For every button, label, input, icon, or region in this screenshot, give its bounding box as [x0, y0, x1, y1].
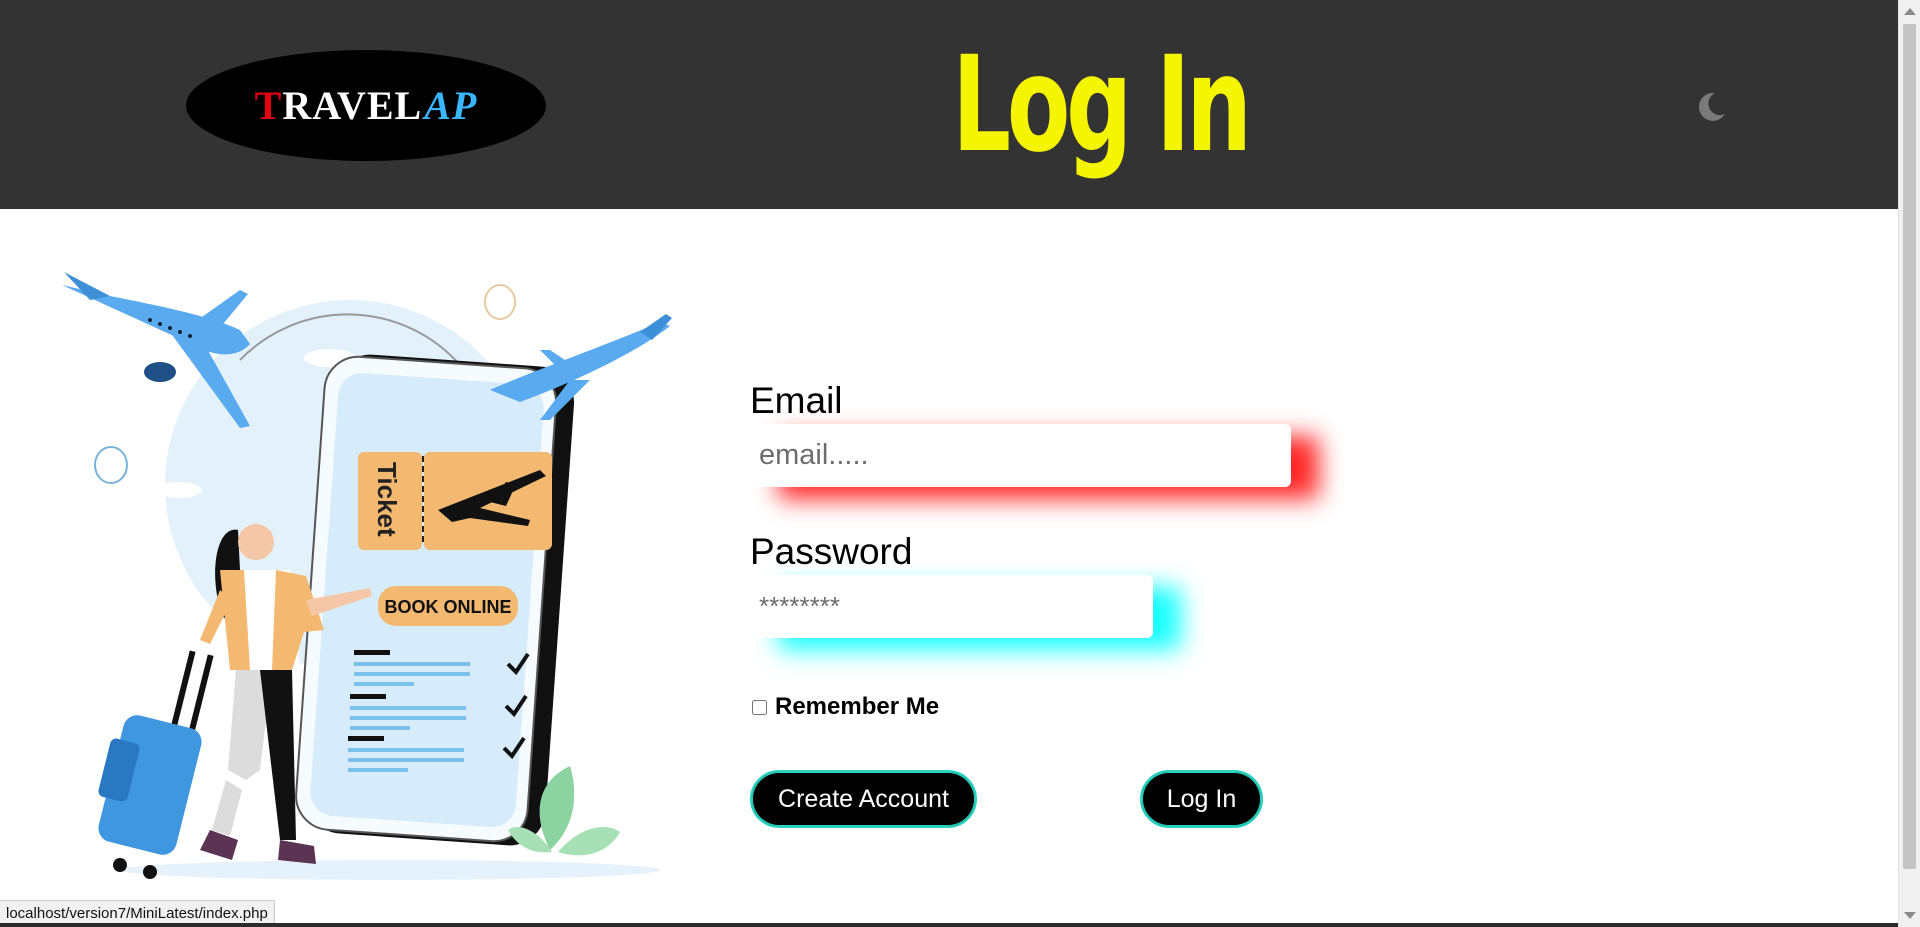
header: T RAVEL AP Log In	[0, 0, 1898, 209]
logo-first-letter: T	[254, 83, 283, 128]
scroll-up-icon[interactable]	[1904, 8, 1916, 15]
moon-icon[interactable]	[1694, 90, 1728, 124]
vertical-scrollbar[interactable]	[1898, 0, 1920, 927]
logo-word: RAVEL	[282, 83, 423, 128]
bottom-edge	[0, 923, 1898, 927]
remember-me-checkbox[interactable]	[752, 699, 767, 715]
email-input[interactable]	[750, 424, 1291, 487]
password-label: Password	[750, 531, 913, 572]
login-button[interactable]: Log In	[1140, 770, 1263, 828]
logo-accent: AP	[424, 83, 478, 128]
remember-me: Remember Me	[750, 693, 939, 721]
page-title: Log In	[952, 28, 1252, 182]
scroll-thumb[interactable]	[1903, 24, 1916, 869]
email-label: Email	[750, 380, 843, 421]
password-input[interactable]	[750, 575, 1153, 638]
remember-me-label: Remember Me	[775, 693, 940, 720]
ticket-text: Ticket	[372, 462, 402, 537]
book-online-text: BOOK ONLINE	[384, 597, 511, 617]
travel-illustration: Ticket BOOK ONLINE	[60, 270, 720, 890]
create-account-button[interactable]: Create Account	[750, 770, 977, 828]
scroll-down-icon[interactable]	[1904, 912, 1916, 919]
travelap-logo[interactable]: T RAVEL AP	[186, 50, 546, 161]
